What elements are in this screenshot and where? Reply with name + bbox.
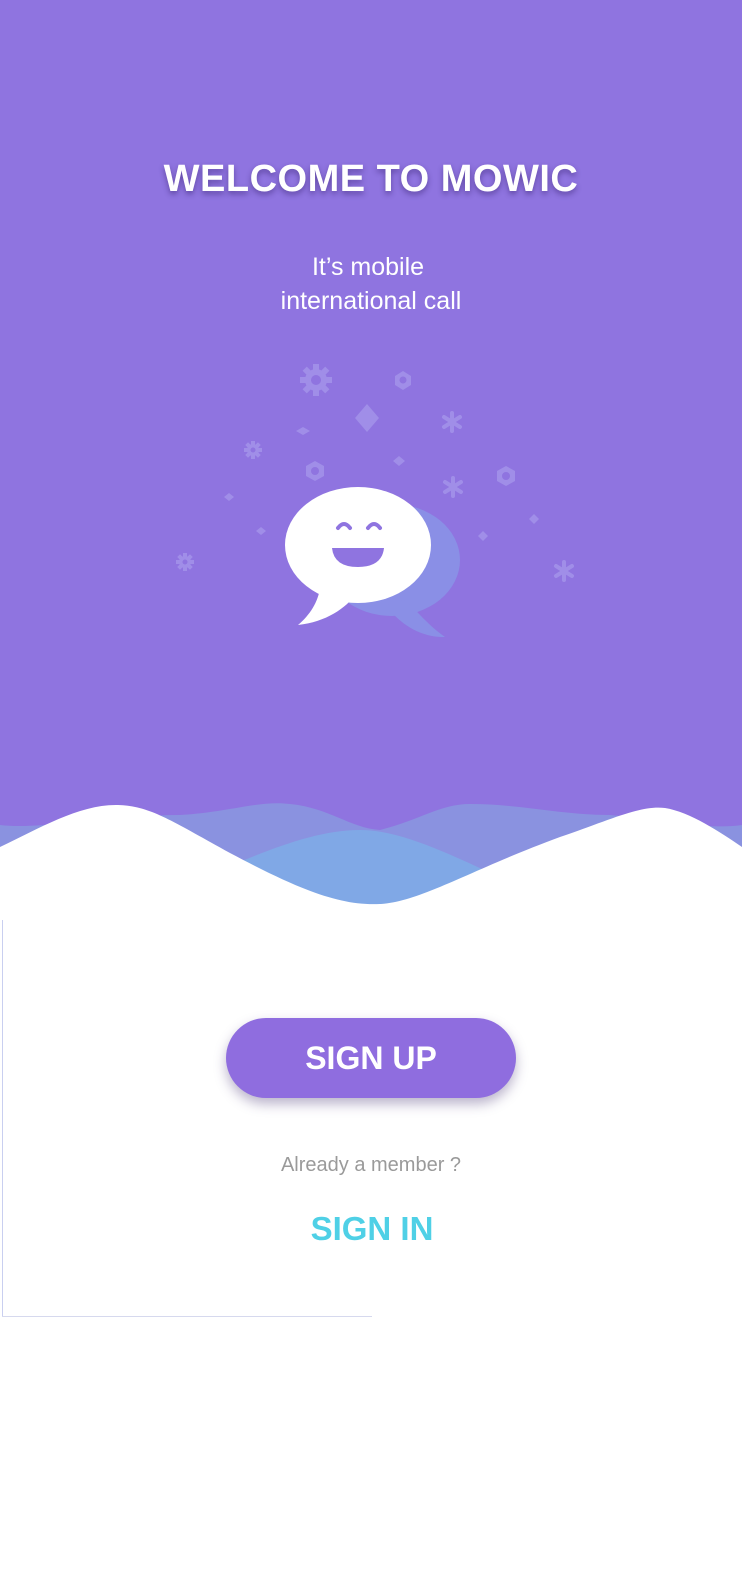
gear-icon xyxy=(300,364,332,396)
divider xyxy=(2,1316,372,1317)
already-member-text: Already a member ? xyxy=(280,1154,462,1176)
diamond-icon xyxy=(256,527,266,535)
welcome-subtitle: It’s mobile international call xyxy=(0,250,742,318)
gear-icon xyxy=(244,441,262,459)
sign-up-button[interactable]: SIGN UP xyxy=(226,1018,516,1098)
subtitle-line-1: It’s mobile xyxy=(311,253,425,281)
diamond-icon xyxy=(478,531,488,541)
subtitle-line-2: international call xyxy=(280,287,462,315)
welcome-title: WELCOME TO MOWIC xyxy=(163,158,579,200)
diamond-icon xyxy=(355,404,379,432)
snowflake-icon xyxy=(554,560,574,582)
diamond-icon xyxy=(296,427,310,435)
gear-icon xyxy=(176,553,194,571)
auth-card xyxy=(2,920,742,1317)
sign-in-link[interactable]: SIGN IN xyxy=(292,1210,452,1248)
diamond-icon xyxy=(224,493,234,501)
wave-divider xyxy=(0,803,742,930)
snowflake-icon xyxy=(442,411,462,433)
snowflake-icon xyxy=(443,476,463,498)
diamond-icon xyxy=(529,514,539,524)
diamond-icon xyxy=(393,456,405,466)
chat-bubbles-icon xyxy=(176,364,574,638)
welcome-screen: WELCOME TO MOWIC It’s mobile internation… xyxy=(0,0,752,1591)
